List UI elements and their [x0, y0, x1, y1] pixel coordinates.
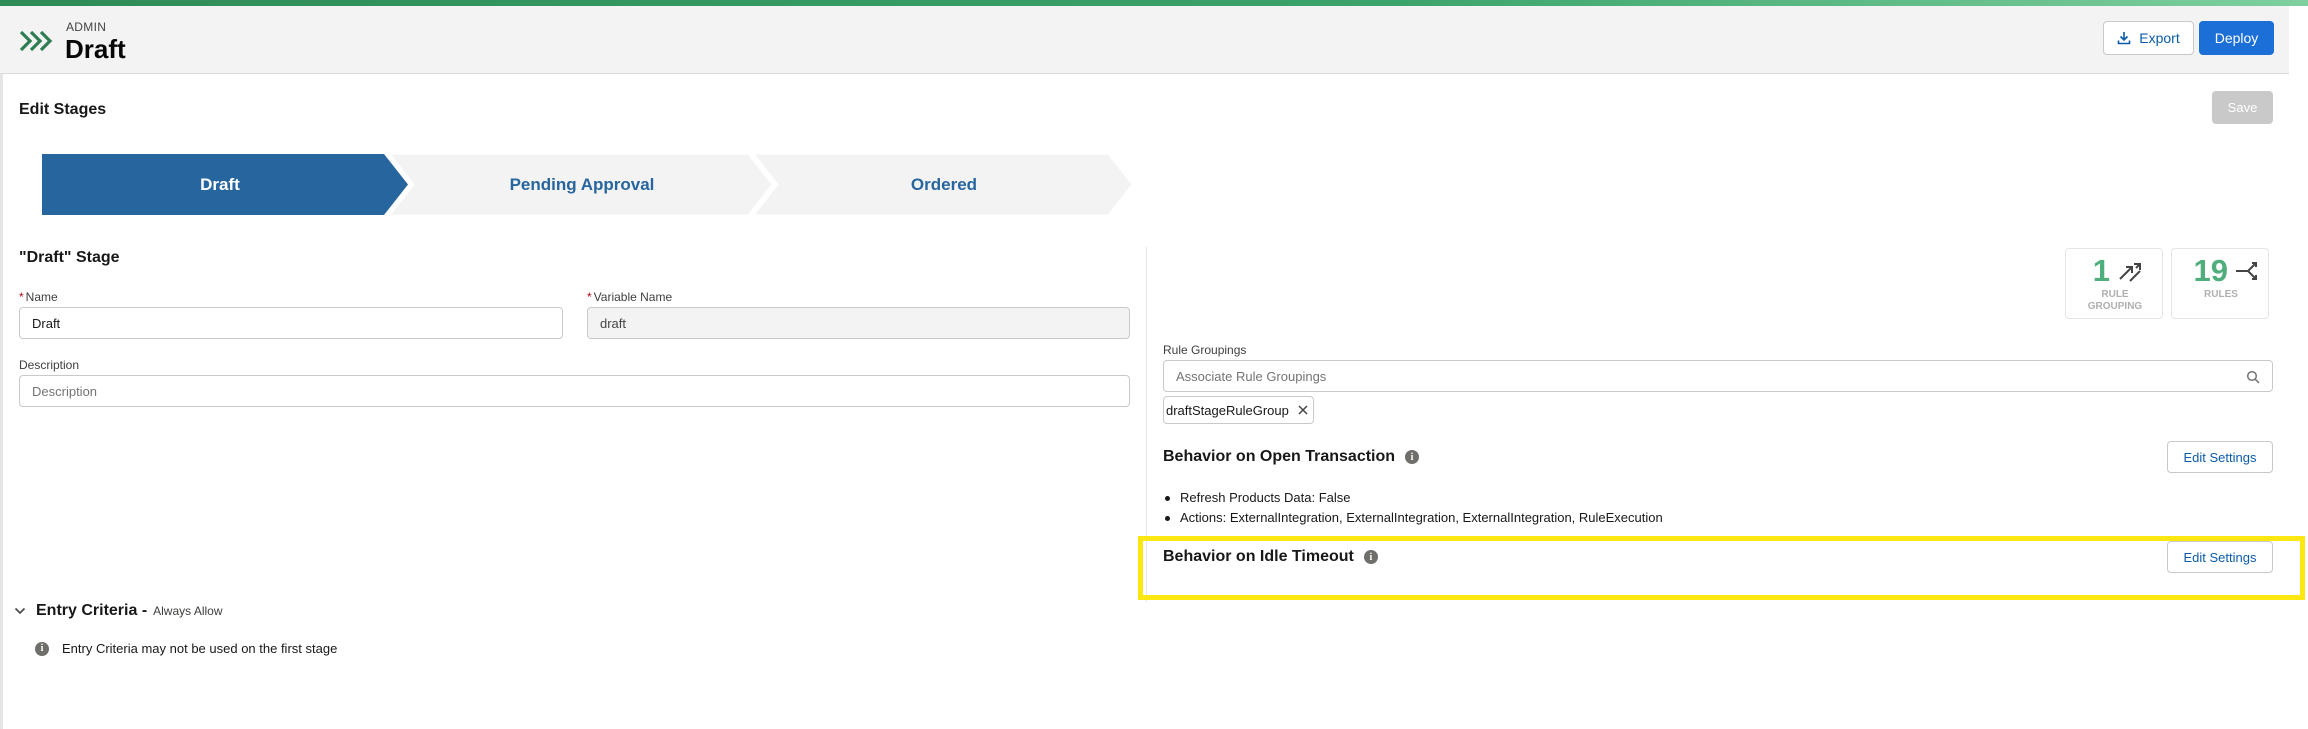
- rule-groupings-label: Rule Groupings: [1163, 343, 1247, 357]
- description-label: Description: [19, 358, 80, 372]
- chevrons-right-icon: [20, 30, 53, 52]
- highlight-box: [1138, 536, 2305, 600]
- description-input[interactable]: Description: [19, 375, 1130, 407]
- merge-arrows-icon: [2119, 263, 2141, 282]
- entry-criteria-heading[interactable]: Entry Criteria - Always Allow: [14, 602, 223, 620]
- remove-pill-icon[interactable]: [1297, 404, 1309, 416]
- open-transaction-settings-list: Refresh Products Data: False Actions: Ex…: [1163, 488, 1663, 528]
- stage-pending-approval[interactable]: Pending Approval: [404, 154, 760, 215]
- stage-heading: "Draft" Stage: [19, 249, 120, 266]
- rule-grouping-label: RULE GROUPING: [2087, 289, 2143, 312]
- idle-timeout-heading: Behavior on Idle Timeout i: [1163, 548, 1378, 566]
- variable-name-input[interactable]: draft: [587, 307, 1130, 339]
- chevron-down-icon[interactable]: [14, 605, 26, 617]
- section-heading: Edit Stages: [19, 101, 107, 118]
- search-icon: [2246, 370, 2260, 384]
- info-icon[interactable]: i: [1405, 450, 1420, 464]
- save-button[interactable]: Save: [2212, 91, 2273, 124]
- page-header: ADMIN Draft Export Deploy: [0, 6, 2289, 74]
- entry-criteria-title: Entry Criteria -: [36, 602, 148, 619]
- branch-arrows-icon: [2236, 262, 2257, 280]
- entry-criteria-note: i Entry Criteria may not be used on the …: [35, 641, 337, 656]
- info-icon[interactable]: i: [1363, 550, 1378, 564]
- download-icon: [2117, 32, 2131, 45]
- header-eyebrow: ADMIN: [66, 20, 107, 34]
- list-item: Refresh Products Data: False: [1163, 488, 1663, 508]
- rule-groupings-search-input[interactable]: Associate Rule Groupings: [1163, 360, 2273, 392]
- left-edge: [0, 6, 3, 729]
- rule-grouping-pill: draftStageRuleGroup: [1163, 396, 1314, 424]
- rule-groupings-placeholder: Associate Rule Groupings: [1176, 368, 1327, 384]
- rules-label: RULES: [2204, 289, 2238, 300]
- deploy-button[interactable]: Deploy: [2199, 21, 2274, 55]
- name-label: * Name: [19, 290, 58, 304]
- pill-label: draftStageRuleGroup: [1166, 402, 1289, 418]
- rules-count: 19: [2193, 253, 2228, 288]
- idle-timeout-edit-settings-button[interactable]: Edit Settings: [2167, 541, 2273, 573]
- page-title: Draft: [65, 34, 126, 64]
- info-icon: i: [35, 641, 49, 656]
- rule-grouping-stat: 1 RULE GROUPING: [2065, 248, 2163, 319]
- entry-criteria-subtitle: Always Allow: [153, 604, 223, 618]
- export-label: Export: [2139, 30, 2180, 46]
- list-item: Actions: ExternalIntegration, ExternalIn…: [1163, 508, 1663, 528]
- open-transaction-edit-settings-button[interactable]: Edit Settings: [2167, 441, 2273, 473]
- stage-ordered[interactable]: Ordered: [768, 154, 1120, 215]
- rule-grouping-count: 1: [2092, 253, 2110, 288]
- rules-stat: 19 RULES: [2171, 248, 2269, 319]
- open-transaction-heading: Behavior on Open Transaction i: [1163, 448, 1420, 466]
- stage-path: Draft Pending Approval Ordered: [42, 154, 1132, 215]
- stage-draft[interactable]: Draft: [42, 154, 398, 215]
- name-input[interactable]: Draft: [19, 307, 563, 339]
- export-button[interactable]: Export: [2103, 21, 2194, 55]
- variable-name-label: * Variable Name: [587, 290, 673, 304]
